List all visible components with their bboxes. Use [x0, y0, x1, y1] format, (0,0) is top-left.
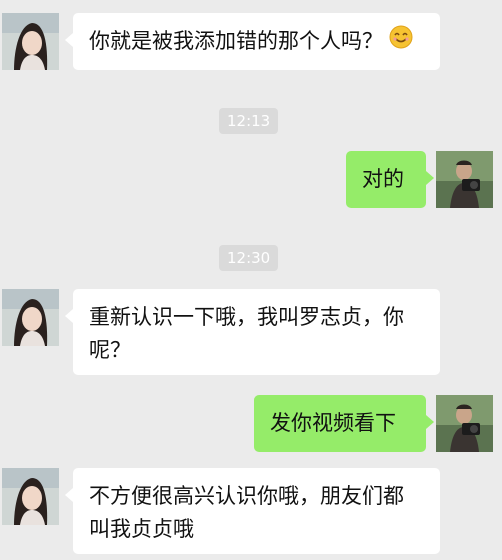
my-avatar[interactable] [436, 395, 493, 452]
smiling-face-emoji-icon [389, 25, 413, 59]
message-bubble-incoming[interactable]: 你就是被我添加错的那个人吗？ [65, 13, 440, 70]
timestamp: 12:13 [219, 108, 279, 134]
contact-avatar[interactable] [2, 289, 59, 346]
message-text: 不方便很高兴认识你哦，朋友们都叫我贞贞哦 [89, 484, 404, 541]
message-bubble-outgoing[interactable]: 对的 [346, 151, 434, 208]
message-bubble-incoming[interactable]: 重新认识一下哦，我叫罗志贞，你呢？ [65, 289, 440, 375]
message-text: 发你视频看下 [270, 411, 396, 435]
my-avatar[interactable] [436, 151, 493, 208]
timestamp: 12:30 [219, 245, 279, 271]
message-text: 重新认识一下哦，我叫罗志贞，你呢？ [89, 305, 404, 362]
message-bubble-incoming[interactable]: 不方便很高兴认识你哦，朋友们都叫我贞贞哦 [65, 468, 440, 554]
contact-avatar[interactable] [2, 468, 59, 525]
contact-avatar[interactable] [2, 13, 59, 70]
message-bubble-outgoing[interactable]: 发你视频看下 [254, 395, 434, 452]
message-text: 你就是被我添加错的那个人吗？ [89, 29, 383, 53]
message-text: 对的 [362, 167, 404, 191]
